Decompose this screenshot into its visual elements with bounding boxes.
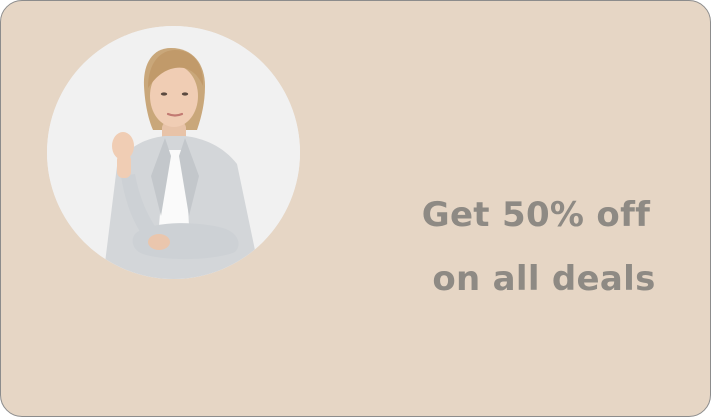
promo-line-1: Get 50% off (421, 195, 651, 235)
promo-headline: Get 50% off on all deals (401, 183, 671, 311)
promo-line-2: on all deals (432, 259, 656, 299)
promo-card[interactable]: Get 50% off on all deals (0, 0, 711, 417)
model-illustration (47, 26, 300, 279)
model-photo (47, 26, 300, 279)
